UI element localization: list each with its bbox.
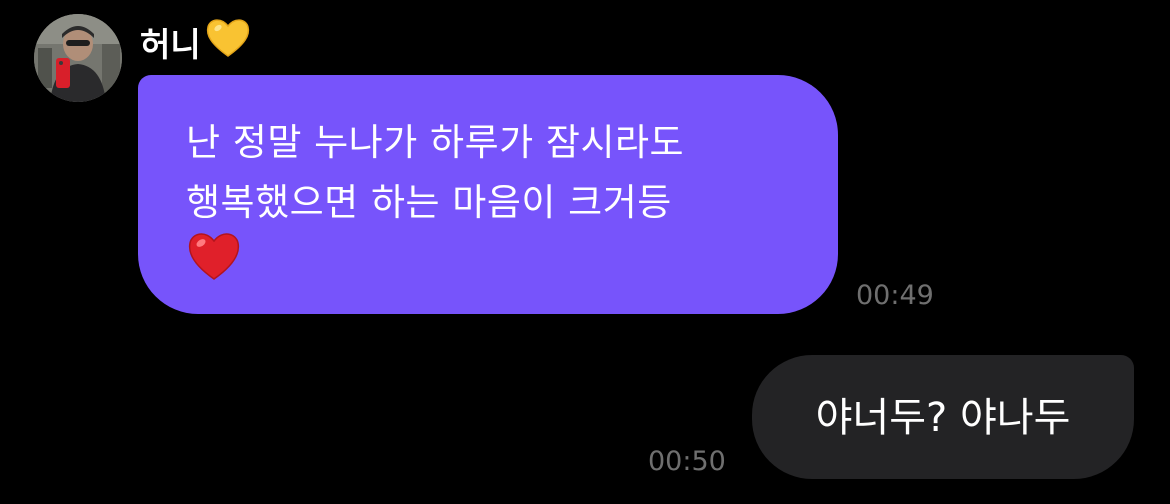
message-line: 행복했으면 하는 마음이 크거등	[186, 181, 672, 224]
sender-name[interactable]: 허니	[140, 19, 251, 64]
red-heart-icon	[186, 229, 808, 283]
outgoing-message-bubble[interactable]: 야너두? 야나두	[752, 355, 1134, 479]
sender-name-text: 허니	[140, 25, 201, 64]
profile-photo	[34, 14, 122, 102]
message-text: 야너두? 야나두	[815, 395, 1071, 441]
message-line: 난 정말 누나가 하루가 잠시라도	[186, 121, 685, 164]
avatar[interactable]	[34, 14, 122, 102]
yellow-heart-icon	[205, 16, 251, 68]
message-timestamp: 00:50	[648, 446, 726, 477]
incoming-message-bubble[interactable]: 난 정말 누나가 하루가 잠시라도 행복했으면 하는 마음이 크거등	[138, 75, 838, 314]
message-timestamp: 00:49	[856, 280, 934, 311]
